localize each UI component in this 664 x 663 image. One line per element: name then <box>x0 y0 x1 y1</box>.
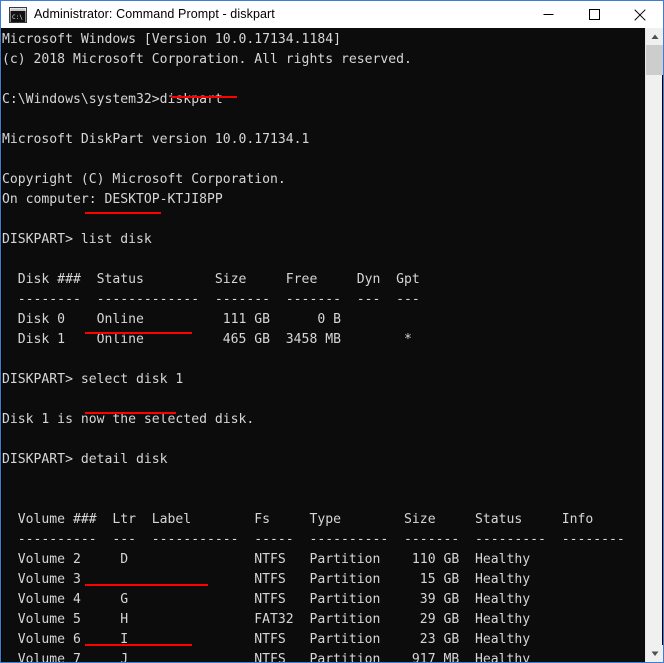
console-text: Microsoft Windows [Version 10.0.17134.11… <box>2 32 625 662</box>
window-title: Administrator: Command Prompt - diskpart <box>34 7 275 21</box>
close-button[interactable] <box>617 1 663 28</box>
underline-list-disk <box>85 212 161 214</box>
minimize-button[interactable] <box>525 1 571 28</box>
underline-detail-disk <box>85 412 176 414</box>
window-controls <box>525 1 663 28</box>
scroll-up-arrow-icon[interactable] <box>646 28 663 45</box>
underline-select-disk-1 <box>85 332 192 334</box>
command-prompt-icon: C:\ <box>9 6 27 23</box>
console-output-area[interactable]: Microsoft Windows [Version 10.0.17134.11… <box>2 28 646 662</box>
svg-text:C:\: C:\ <box>12 14 23 21</box>
scroll-down-arrow-icon[interactable] <box>646 645 663 662</box>
underline-delete-volume <box>85 644 192 646</box>
maximize-button[interactable] <box>571 1 617 28</box>
vertical-scrollbar[interactable] <box>645 28 663 662</box>
scrollbar-thumb[interactable] <box>646 45 663 75</box>
command-prompt-window: C:\ Administrator: Command Prompt - disk… <box>0 0 664 663</box>
title-bar[interactable]: C:\ Administrator: Command Prompt - disk… <box>1 1 663 28</box>
underline-select-volume-2 <box>85 584 208 586</box>
underline-diskpart <box>171 96 237 98</box>
